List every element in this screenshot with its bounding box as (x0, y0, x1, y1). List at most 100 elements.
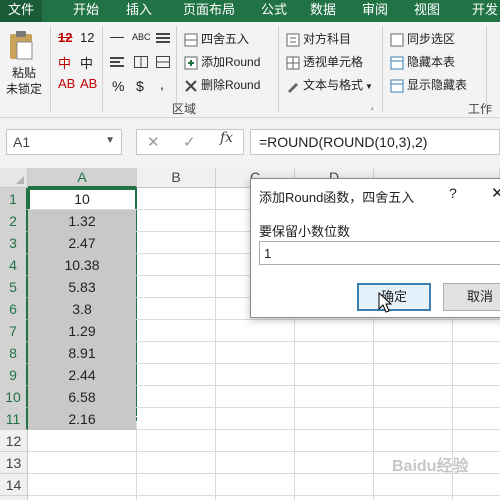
show-hidden-label: 显示隐藏表 (407, 78, 468, 92)
sync-selection-button[interactable]: 同步选区 (390, 30, 455, 47)
row-header-1[interactable]: 1 (0, 188, 28, 210)
chevron-down-icon: ▼ (365, 82, 373, 91)
delete-round-label: 删除Round (201, 78, 261, 92)
row-header-3[interactable]: 3 (0, 232, 28, 254)
round-icon (184, 33, 198, 47)
row-header-14[interactable]: 14 (0, 474, 28, 496)
row-header-7[interactable]: 7 (0, 320, 28, 342)
add-round-icon (184, 56, 198, 70)
row-header-12[interactable]: 12 (0, 430, 28, 452)
row-header-8[interactable]: 8 (0, 342, 28, 364)
decimal-places-input[interactable]: 1 (259, 241, 500, 265)
tab-file[interactable]: 文件 (0, 0, 42, 22)
cell-a4[interactable]: 10.38 (28, 254, 136, 276)
cell-a3[interactable]: 2.47 (28, 232, 136, 254)
insert-function-icon[interactable]: fx (220, 130, 233, 146)
unlock-label[interactable]: 未锁定 (6, 80, 42, 97)
row-header-13[interactable]: 13 (0, 452, 28, 474)
column-header-a[interactable]: A (28, 168, 137, 188)
cell-a11[interactable]: 2.16 (28, 408, 136, 430)
row-header-15[interactable]: 15 (0, 496, 28, 500)
row-header-4[interactable]: 4 (0, 254, 28, 276)
decimal-places-value: 1 (264, 246, 272, 261)
format-char-b[interactable]: 中 (80, 53, 93, 72)
ok-button[interactable]: 确定 (357, 283, 431, 311)
hide-sheet-label: 隐藏本表 (407, 55, 456, 69)
format-ab-a[interactable]: AB (58, 76, 75, 91)
cancel-icon[interactable]: ✕ (147, 133, 160, 151)
text-format-label: 文本与格式 (303, 78, 364, 92)
cancel-button[interactable]: 取消 (443, 283, 500, 311)
paste-label: 粘贴 (12, 66, 37, 80)
name-box[interactable]: A1 ▼ (6, 129, 122, 155)
grid-icon[interactable] (134, 56, 148, 71)
cell-a8[interactable]: 8.91 (28, 342, 136, 364)
delete-round-button[interactable]: 删除Round (184, 76, 260, 93)
minus-icon[interactable]: — (110, 28, 124, 44)
round-button[interactable]: 四舍五入 (184, 30, 249, 47)
perspective-icon (286, 56, 300, 70)
row-header-10[interactable]: 10 (0, 386, 28, 408)
show-hidden-sheet-button[interactable]: 显示隐藏表 (390, 76, 467, 93)
compare-icon (286, 33, 300, 47)
formula-input[interactable]: =ROUND(ROUND(10,3),2) (250, 129, 500, 155)
help-icon[interactable]: ? (449, 185, 457, 201)
dialog-title: 添加Round函数，四舍五入 (259, 190, 415, 205)
row-header-5[interactable]: 5 (0, 276, 28, 298)
format-char-a[interactable]: 中 (58, 53, 71, 72)
tab-developer[interactable]: 开发 (462, 0, 500, 22)
column-header-b[interactable]: B (137, 168, 216, 188)
delete-icon (185, 80, 197, 92)
close-icon[interactable]: ✕ (491, 184, 500, 202)
ribbon: 粘贴 未锁定 12 12 中 中 AB AB — ABC % $ , 四舍五入 … (0, 22, 500, 133)
comma-button[interactable]: , (160, 76, 164, 92)
tab-formulas[interactable]: 公式 (252, 0, 296, 22)
format-ab-b[interactable]: AB (80, 76, 97, 91)
select-all-button[interactable] (0, 168, 28, 188)
row-header-2[interactable]: 2 (0, 210, 28, 232)
tab-insert[interactable]: 插入 (114, 0, 164, 22)
table-icon[interactable] (156, 56, 170, 71)
perspective-cell-button[interactable]: 透视单元格 (286, 53, 363, 70)
align-icon[interactable] (110, 56, 124, 71)
cell-a7[interactable]: 1.29 (28, 320, 136, 342)
tab-data[interactable]: 数据 (300, 0, 346, 22)
perspective-label: 透视单元格 (303, 55, 364, 69)
row-header-11[interactable]: 11 (0, 408, 28, 430)
percent-button[interactable]: % (112, 78, 124, 94)
tab-view[interactable]: 视图 (404, 0, 450, 22)
hide-sheet-button[interactable]: 隐藏本表 (390, 53, 455, 70)
formula-bar: A1 ▼ ✕ ✓ fx =ROUND(ROUND(10,3),2) (0, 118, 500, 168)
cell-a2[interactable]: 1.32 (28, 210, 136, 232)
cell-a5[interactable]: 5.83 (28, 276, 136, 298)
tab-page-layout[interactable]: 页面布局 (170, 0, 248, 22)
cell-a10[interactable]: 6.58 (28, 386, 136, 408)
cell-a9[interactable]: 2.44 (28, 364, 136, 386)
currency-button[interactable]: $ (136, 78, 144, 94)
dialog-launcher-icon[interactable]: ⌟ (370, 102, 374, 111)
watermark: Baidu经验 (392, 458, 469, 475)
add-round-button[interactable]: 添加Round (184, 53, 260, 70)
add-round-dialog: 添加Round函数，四舍五入 ? ✕ 要保留小数位数 1 确定 取消 (250, 178, 500, 318)
font-size-12[interactable]: 12 (80, 30, 94, 45)
show-hidden-icon (390, 79, 404, 93)
row-header-9[interactable]: 9 (0, 364, 28, 386)
strike-icon[interactable]: 12 (58, 30, 72, 45)
clipboard-icon (10, 31, 33, 60)
ribbon-tab-bar: 文件 开始 插入 页面布局 公式 数据 审阅 视图 开发 (0, 0, 500, 22)
abc-button[interactable]: ABC (132, 32, 151, 42)
cell-a1[interactable]: 10 (28, 188, 136, 210)
enter-icon[interactable]: ✓ (183, 133, 196, 151)
tab-home[interactable]: 开始 (60, 0, 112, 22)
cell-a6[interactable]: 3.8 (28, 298, 136, 320)
paste-button[interactable] (8, 30, 37, 60)
text-format-dropdown[interactable]: 文本与格式 ▼ (286, 76, 373, 93)
add-round-label: 添加Round (201, 55, 261, 69)
row-header-6[interactable]: 6 (0, 298, 28, 320)
sync-label: 同步选区 (407, 32, 456, 46)
lines-icon[interactable] (156, 32, 170, 47)
compare-subject-button[interactable]: 对方科目 (286, 30, 351, 47)
chevron-down-icon[interactable]: ▼ (105, 135, 115, 146)
tab-review[interactable]: 审阅 (352, 0, 398, 22)
name-box-value: A1 (13, 134, 31, 150)
